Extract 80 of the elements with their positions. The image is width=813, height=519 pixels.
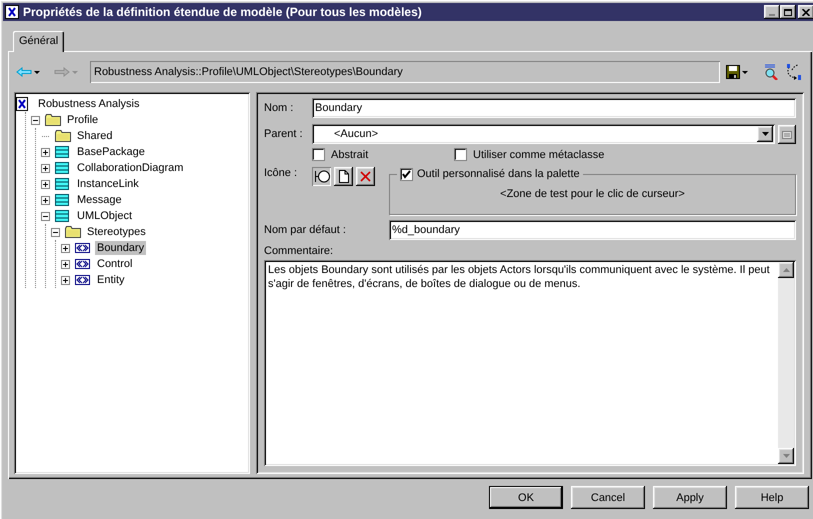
collapse-icon[interactable]	[41, 212, 50, 220]
tree-item[interactable]: Boundary	[95, 241, 146, 255]
expand-icon[interactable]	[61, 260, 70, 268]
tree-item[interactable]: Message	[75, 193, 124, 207]
list-icon	[55, 145, 71, 159]
path-field[interactable]: Robustness Analysis::Profile\UMLObject\Stereotypes\Boundary	[90, 61, 720, 83]
field-label: Commentaire:	[264, 245, 334, 257]
tree-item[interactable]: Profile	[65, 113, 100, 127]
checkbox[interactable]	[454, 148, 467, 161]
arrow-icon	[16, 67, 32, 77]
caret-icon	[34, 70, 40, 74]
folder-icon	[55, 129, 71, 143]
dialog-button[interactable]: Apply	[653, 486, 727, 509]
checkbox[interactable]	[312, 148, 325, 161]
tree-item[interactable]: Entity	[95, 273, 127, 287]
scroll-up-icon	[782, 268, 790, 272]
tree-item[interactable]: Control	[95, 257, 134, 271]
search-button[interactable]	[762, 64, 780, 80]
default-name-field[interactable]: %d_boundary	[389, 220, 796, 240]
properties-button[interactable]	[778, 124, 796, 144]
dropdown-arrow-icon	[762, 132, 768, 136]
minimize-button[interactable]	[764, 5, 780, 19]
dialog-button[interactable]: OK	[489, 486, 563, 509]
tree-item[interactable]: Stereotypes	[85, 225, 148, 239]
maximize-icon	[784, 8, 792, 16]
expand-icon[interactable]	[61, 244, 70, 252]
list-icon	[55, 209, 71, 223]
checkbox-label: Utiliser comme métaclasse	[473, 148, 604, 160]
expand-icon[interactable]	[61, 276, 70, 284]
expand-icon[interactable]	[41, 180, 50, 188]
field-label: Nom :	[264, 102, 294, 114]
dialog-button[interactable]: Cancel	[571, 486, 645, 509]
field-label: Icône :	[264, 167, 298, 179]
arrow-icon	[54, 67, 70, 77]
caret-icon	[742, 70, 748, 74]
close-button[interactable]	[798, 5, 813, 19]
document-icon	[338, 170, 348, 183]
scroll-down-icon	[782, 454, 790, 458]
tree-item[interactable]: CollaborationDiagram	[75, 161, 186, 175]
maximize-button[interactable]	[780, 5, 796, 19]
field-label: Nom par défaut :	[264, 224, 347, 236]
expand-icon[interactable]	[41, 196, 50, 204]
save-button[interactable]	[724, 65, 750, 79]
tree-item[interactable]: Shared	[75, 129, 114, 143]
save-icon	[726, 65, 740, 79]
comment-field[interactable]: Les objets Boundary sont utilisés par les objets Actors lorsqu'ils communiquent avec le système. Il peut s'agir de fenêtres, d'écrans, de boîtes de dialogue ou de menus.	[264, 260, 796, 466]
list-icon	[55, 161, 71, 175]
tree-item[interactable]: Robustness Analysis	[36, 97, 142, 111]
tree-item[interactable]: InstanceLink	[75, 177, 141, 191]
checkbox[interactable]	[400, 168, 413, 180]
test-zone[interactable]: <Zone de test pour le clic de curseur>	[500, 188, 685, 200]
icon-preview[interactable]	[312, 167, 331, 186]
expand-icon[interactable]	[41, 164, 50, 172]
list-icon	[55, 177, 71, 191]
field-label: Parent :	[264, 128, 304, 140]
delete-icon	[360, 171, 371, 182]
list-icon	[55, 193, 71, 207]
search-icon	[764, 64, 778, 80]
folder-icon	[45, 113, 61, 127]
tree-item[interactable]: UMLObject	[75, 209, 134, 223]
app-icon	[5, 5, 19, 19]
window-title: Propriétés de la définition étendue de modèle (Pour tous les modèles)	[23, 5, 423, 19]
caret-icon	[72, 70, 78, 74]
checkbox-label: Abstrait	[331, 148, 368, 160]
name-field[interactable]: Boundary	[312, 98, 796, 118]
browse-button[interactable]	[334, 167, 353, 186]
close-icon	[802, 8, 810, 16]
collapse-icon[interactable]	[31, 116, 40, 124]
curved-arrow-icon	[786, 64, 802, 80]
delete-button[interactable]	[356, 167, 375, 186]
dialog-button[interactable]: Help	[735, 486, 809, 509]
checkbox-label: Outil personnalisé dans la palette	[417, 168, 580, 180]
parent-dropdown[interactable]: <Aucun>	[312, 124, 775, 144]
folder-icon	[65, 225, 81, 239]
collapse-icon[interactable]	[51, 228, 60, 236]
properties-icon	[782, 129, 792, 139]
tree-item[interactable]: BasePackage	[75, 145, 147, 159]
expand-icon[interactable]	[41, 148, 50, 156]
replace-button[interactable]	[784, 64, 804, 80]
tab[interactable]: Général	[13, 31, 64, 52]
